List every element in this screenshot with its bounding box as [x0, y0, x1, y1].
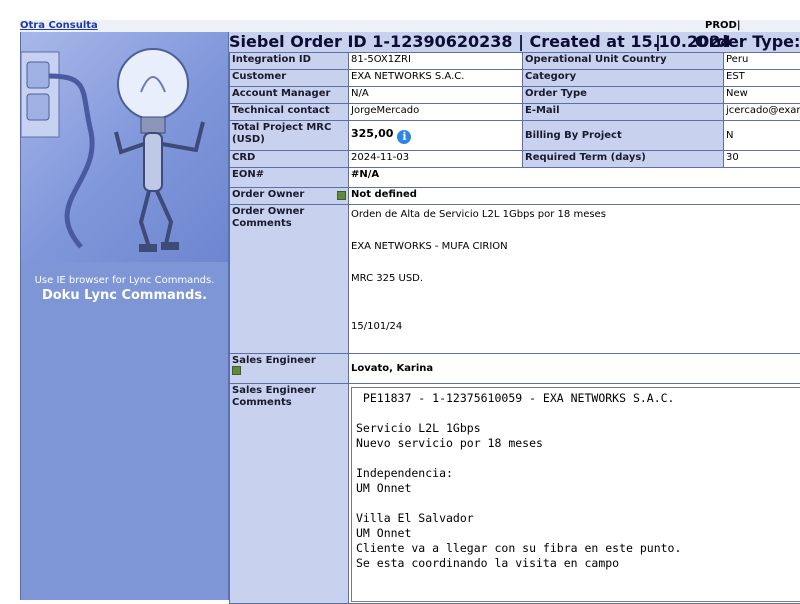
- email-value: jcercado@exan: [724, 104, 800, 121]
- owner-comment-line: MRC 325 USD.: [351, 271, 800, 287]
- lightbulb-robot-image: [21, 32, 228, 262]
- account-manager-value: N/A: [349, 87, 523, 104]
- account-manager-label: Account Manager: [230, 87, 349, 104]
- order-owner-comments-label: Order Owner Comments: [230, 205, 349, 354]
- total-mrc-value: 325,00: [351, 127, 393, 140]
- customer-value: EXA NETWORKS S.A.C.: [349, 70, 523, 87]
- total-mrc-cell: 325,00 i: [349, 121, 523, 151]
- technical-contact-label: Technical contact: [230, 104, 349, 121]
- order-owner-label-cell: Order Owner: [230, 188, 349, 205]
- category-value: EST: [724, 70, 800, 87]
- total-mrc-label: Total Project MRC (USD): [230, 121, 349, 151]
- sidebar: Use IE browser for Lync Commands. Doku L…: [20, 32, 228, 600]
- page-title: Siebel Order ID 1-12390620238 | Created …: [229, 32, 800, 52]
- owner-comment-line: EXA NETWORKS - MUFA CIRION: [351, 239, 800, 255]
- sales-engineer-comments-cell: PE11837 - 1-12375610059 - EXA NETWORKS S…: [349, 384, 800, 604]
- order-type-value: New: [724, 87, 800, 104]
- order-type-title: Order Type: N: [695, 32, 800, 52]
- eon-label: EON#: [230, 168, 349, 188]
- info-icon[interactable]: i: [397, 130, 411, 144]
- sales-engineer-menu-icon[interactable]: [232, 366, 241, 375]
- top-bar: [20, 20, 800, 32]
- operational-unit-country-label: Operational Unit Country: [523, 53, 724, 70]
- integration-id-value: 81-5OX1ZRI: [349, 53, 523, 70]
- billing-by-project-label: Billing By Project: [523, 121, 724, 151]
- environment-indicator: PROD|: [705, 20, 740, 32]
- customer-label: Customer: [230, 70, 349, 87]
- sidebar-browser-note: Use IE browser for Lync Commands.: [21, 275, 228, 286]
- order-details-table: Integration ID 81-5OX1ZRI Operational Un…: [229, 52, 800, 604]
- operational-unit-country-value: Peru: [724, 53, 800, 70]
- owner-comment-line: Orden de Alta de Servicio L2L 1Gbps por …: [351, 207, 800, 223]
- sales-engineer-value: Lovato, Karina: [349, 354, 800, 384]
- crd-value: 2024-11-03: [349, 151, 523, 168]
- order-type-label: Order Type: [523, 87, 724, 104]
- otra-consulta-link[interactable]: Otra Consulta: [20, 20, 98, 32]
- title-separator: |: [655, 32, 661, 52]
- order-owner-label: Order Owner: [232, 189, 304, 200]
- required-term-value: 30: [724, 151, 800, 168]
- order-owner-comments: Orden de Alta de Servicio L2L 1Gbps por …: [349, 205, 800, 354]
- owner-comment-line: 15/101/24: [351, 319, 800, 335]
- email-label: E-Mail: [523, 104, 724, 121]
- order-owner-menu-icon[interactable]: [337, 191, 346, 200]
- sales-engineer-comments-textarea[interactable]: PE11837 - 1-12375610059 - EXA NETWORKS S…: [351, 387, 800, 602]
- eon-value: #N/A: [349, 168, 800, 188]
- technical-contact-value: JorgeMercado: [349, 104, 523, 121]
- sales-engineer-label: Sales Engineer: [232, 355, 346, 366]
- category-label: Category: [523, 70, 724, 87]
- sales-engineer-label-cell: Sales Engineer: [230, 354, 349, 384]
- sales-engineer-comments-label: Sales Engineer Comments: [230, 384, 349, 604]
- order-owner-value: Not defined: [349, 188, 800, 205]
- doku-lync-commands-link[interactable]: Doku Lync Commands.: [21, 288, 228, 303]
- crd-label: CRD: [230, 151, 349, 168]
- required-term-label: Required Term (days): [523, 151, 724, 168]
- billing-by-project-value: N: [724, 121, 800, 151]
- integration-id-label: Integration ID: [230, 53, 349, 70]
